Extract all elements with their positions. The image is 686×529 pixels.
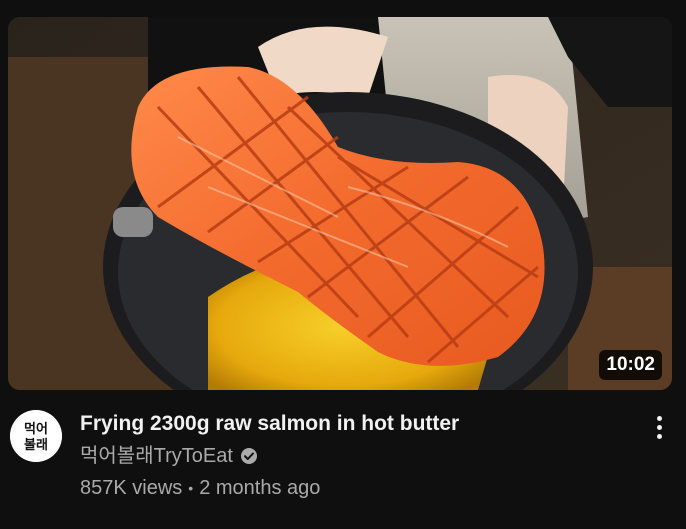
channel-name-row[interactable]: 먹어볼래TryToEat	[80, 442, 640, 470]
menu-dot	[656, 415, 662, 421]
channel-logo: 먹어 볼래	[10, 410, 62, 462]
more-vert-icon[interactable]	[646, 412, 672, 442]
channel-avatar[interactable]: 먹어 볼래	[10, 410, 62, 462]
verified-check-icon	[240, 448, 257, 464]
channel-name[interactable]: 먹어볼래TryToEat	[80, 442, 233, 470]
svg-text:먹어: 먹어	[24, 421, 48, 437]
view-count: 857K views	[80, 477, 183, 499]
upload-age: 2 months ago	[199, 477, 321, 499]
separator-dot: •	[188, 480, 194, 496]
thumbnail-image	[8, 17, 672, 390]
menu-dot	[656, 433, 662, 439]
video-thumbnail[interactable]: 10:02	[8, 17, 672, 390]
video-meta: Frying 2300g raw salmon in hot butter 먹어…	[80, 410, 640, 502]
video-title[interactable]: Frying 2300g raw salmon in hot butter	[80, 410, 640, 438]
duration-badge: 10:02	[599, 350, 662, 380]
video-card[interactable]: 10:02 먹어 볼래 Frying 2300g raw salmon in h…	[0, 0, 686, 529]
menu-dot	[656, 424, 662, 430]
video-stats: 857K views • 2 months ago	[80, 474, 640, 502]
svg-text:볼래: 볼래	[24, 438, 48, 453]
